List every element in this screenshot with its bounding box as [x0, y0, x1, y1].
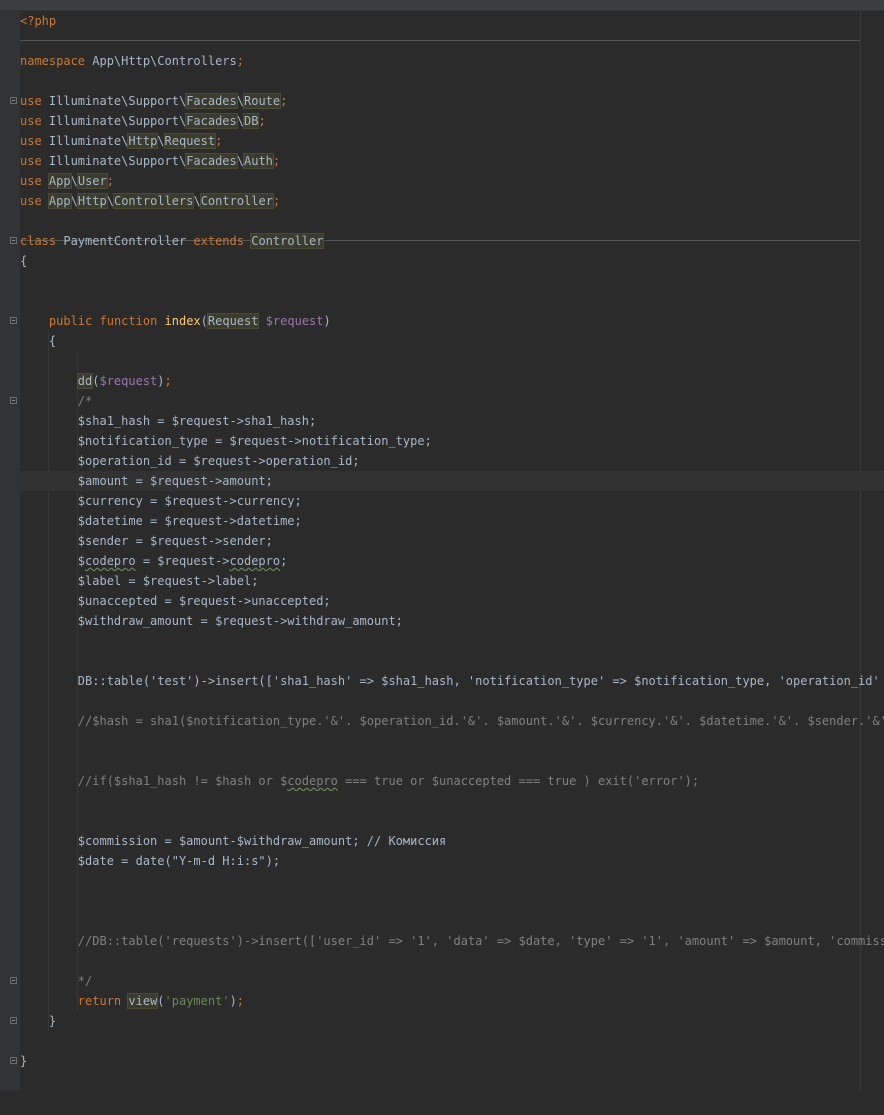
code-line[interactable]: public function index(Request $request): [20, 311, 884, 331]
fold-marker-icon[interactable]: [10, 397, 17, 404]
fold-marker-icon[interactable]: [10, 317, 17, 324]
code-line[interactable]: [20, 731, 884, 751]
fold-marker-icon[interactable]: [10, 1017, 17, 1024]
code-line[interactable]: $unaccepted = $request->unaccepted;: [20, 591, 884, 611]
code-line[interactable]: //if($sha1_hash != $hash or $codepro ===…: [20, 771, 884, 791]
code-line[interactable]: $withdraw_amount = $request->withdraw_am…: [20, 611, 884, 631]
code-line[interactable]: [20, 291, 884, 311]
editor-tab-bar: [0, 0, 884, 11]
fold-marker-icon[interactable]: [10, 237, 17, 244]
code-line[interactable]: [20, 271, 884, 291]
code-line[interactable]: //DB::table('requests')->insert(['user_i…: [20, 931, 884, 951]
code-line[interactable]: [20, 631, 884, 651]
code-line[interactable]: }: [20, 1051, 884, 1071]
code-line[interactable]: [20, 211, 884, 231]
code-line[interactable]: $notification_type = $request->notificat…: [20, 431, 884, 451]
code-line[interactable]: $codepro = $request->codepro;: [20, 551, 884, 571]
code-line[interactable]: namespace App\Http\Controllers;: [20, 51, 884, 71]
code-line[interactable]: [20, 1031, 884, 1051]
code-line[interactable]: /*: [20, 391, 884, 411]
code-line[interactable]: $sender = $request->sender;: [20, 531, 884, 551]
code-line[interactable]: DB::table('test')->insert(['sha1_hash' =…: [20, 671, 884, 691]
code-line[interactable]: $datetime = $request->datetime;: [20, 511, 884, 531]
code-line[interactable]: $date = date("Y-m-d H:i:s");: [20, 851, 884, 871]
code-line[interactable]: {: [20, 251, 884, 271]
code-line[interactable]: [20, 811, 884, 831]
code-line[interactable]: $operation_id = $request->operation_id;: [20, 451, 884, 471]
fold-marker-icon[interactable]: [10, 977, 17, 984]
code-line[interactable]: use Illuminate\Http\Request;: [20, 131, 884, 151]
code-line[interactable]: $sha1_hash = $request->sha1_hash;: [20, 411, 884, 431]
code-line[interactable]: {: [20, 331, 884, 351]
code-line[interactable]: use Illuminate\Support\Facades\Route;: [20, 91, 884, 111]
editor-gutter[interactable]: [0, 11, 20, 1115]
code-line[interactable]: [20, 871, 884, 891]
code-line[interactable]: [20, 791, 884, 811]
code-line[interactable]: class PaymentController extends Controll…: [20, 231, 884, 251]
code-line[interactable]: [20, 31, 884, 51]
code-line[interactable]: use App\Http\Controllers\Controller;: [20, 191, 884, 211]
code-line[interactable]: }: [20, 1011, 884, 1031]
code-line[interactable]: [20, 691, 884, 711]
code-line[interactable]: [20, 951, 884, 971]
code-line[interactable]: <?php: [20, 11, 884, 31]
code-line[interactable]: $currency = $request->currency;: [20, 491, 884, 511]
code-line[interactable]: $amount = $request->amount;: [20, 471, 884, 491]
code-line[interactable]: [20, 891, 884, 911]
code-line[interactable]: dd($request);: [20, 371, 884, 391]
code-line[interactable]: $commission = $amount-$withdraw_amount; …: [20, 831, 884, 851]
code-line[interactable]: $label = $request->label;: [20, 571, 884, 591]
code-line[interactable]: [20, 651, 884, 671]
code-line[interactable]: [20, 351, 884, 371]
code-line[interactable]: [20, 751, 884, 771]
code-line[interactable]: use Illuminate\Support\Facades\DB;: [20, 111, 884, 131]
code-line[interactable]: [20, 71, 884, 91]
code-line[interactable]: [20, 911, 884, 931]
code-line[interactable]: */: [20, 971, 884, 991]
fold-marker-icon[interactable]: [10, 97, 17, 104]
code-line[interactable]: //$hash = sha1($notification_type.'&'. $…: [20, 711, 884, 731]
editor-bottom-area: [0, 1091, 884, 1115]
code-line[interactable]: use App\User;: [20, 171, 884, 191]
code-line[interactable]: use Illuminate\Support\Facades\Auth;: [20, 151, 884, 171]
code-line[interactable]: return view('payment');: [20, 991, 884, 1011]
fold-marker-icon[interactable]: [10, 1057, 17, 1064]
